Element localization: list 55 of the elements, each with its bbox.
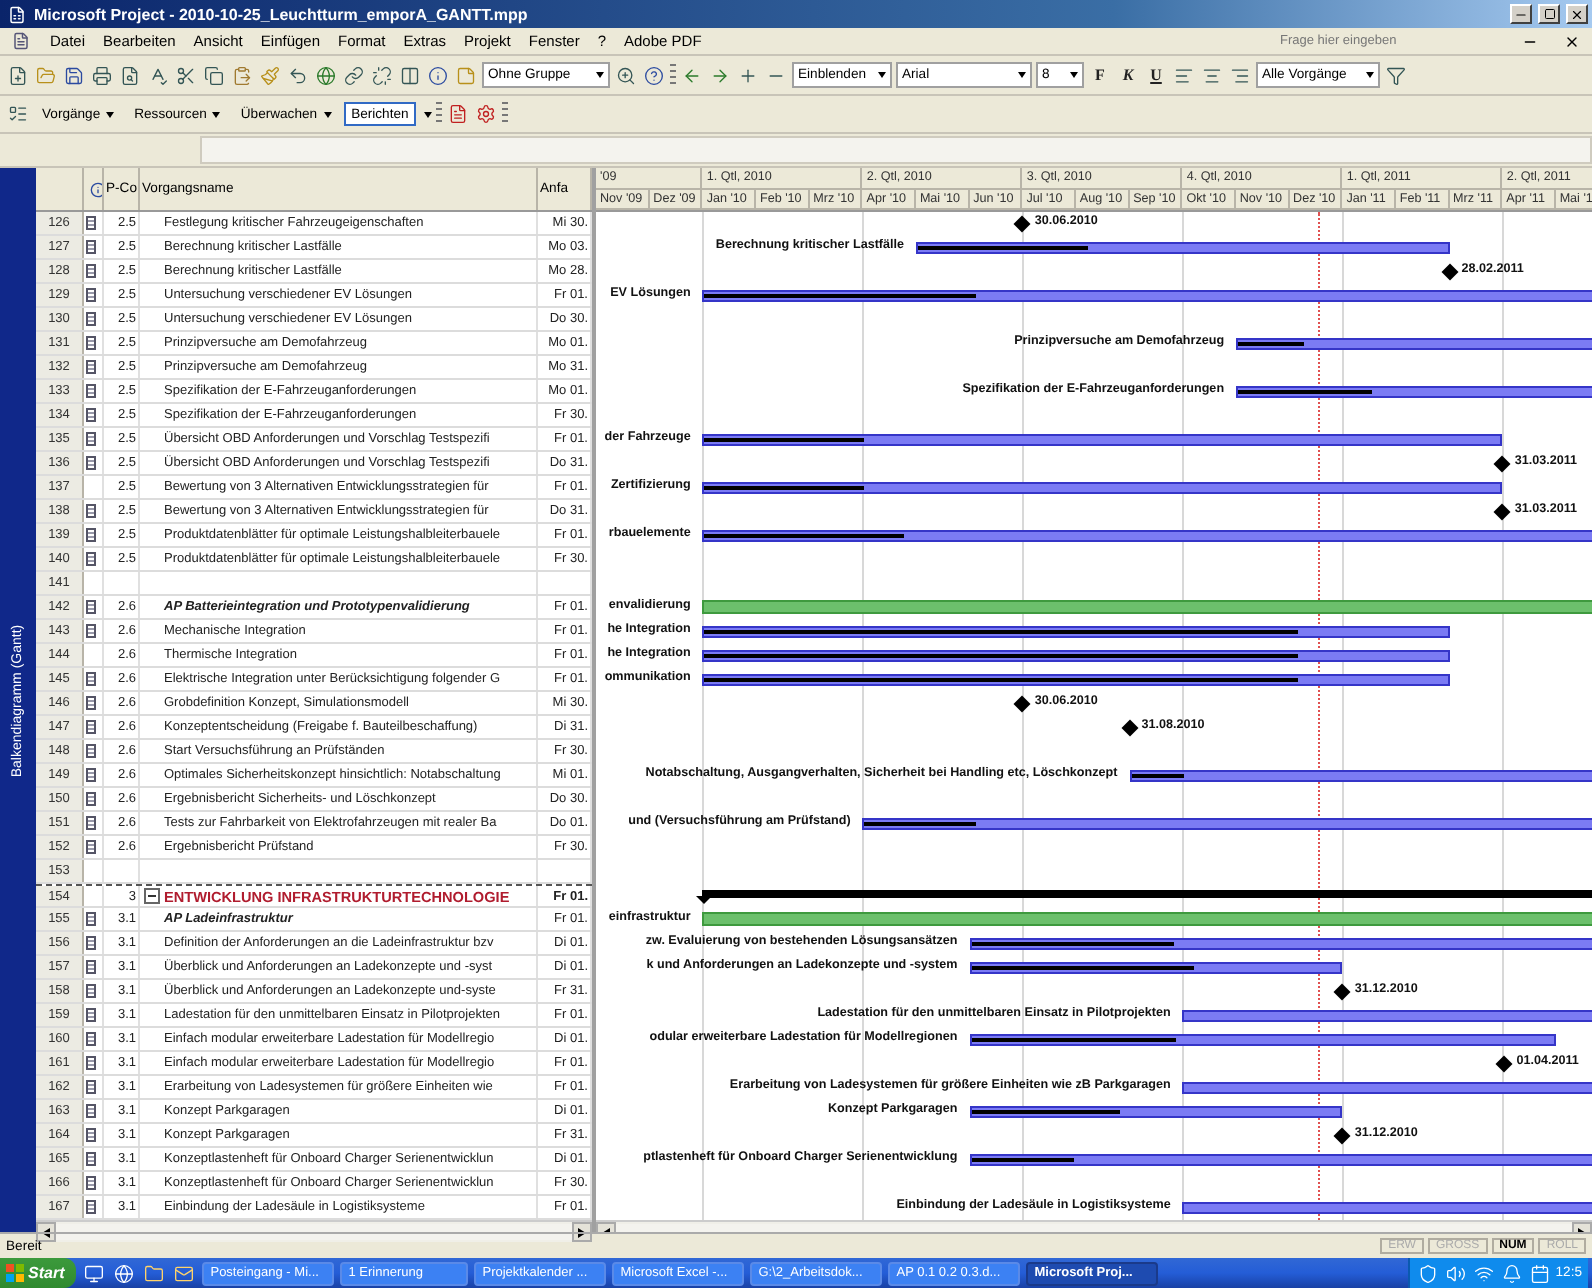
bold-button[interactable]: F	[1088, 63, 1112, 87]
pdf-icon[interactable]	[446, 102, 471, 126]
caret-icon	[323, 111, 332, 117]
document-icon	[8, 29, 32, 53]
scroll-left-icon[interactable]	[36, 1222, 56, 1242]
folder-icon[interactable]	[142, 1261, 167, 1285]
mail-icon[interactable]	[172, 1261, 197, 1285]
maximize-icon	[1543, 8, 1555, 20]
browser-icon[interactable]	[112, 1261, 137, 1285]
print-preview-icon[interactable]	[118, 63, 142, 87]
minimize-button[interactable]	[1510, 4, 1532, 24]
app-icon	[4, 2, 28, 26]
spell-check-icon[interactable]	[146, 63, 170, 87]
caret-icon	[878, 72, 886, 78]
info-icon[interactable]	[426, 63, 450, 87]
copy-icon[interactable]	[202, 63, 226, 87]
shield-icon[interactable]	[1415, 1261, 1440, 1285]
save-icon[interactable]	[62, 63, 86, 87]
split-icon[interactable]	[398, 63, 422, 87]
start-button[interactable]: Start	[0, 1258, 77, 1288]
close-button[interactable]	[1566, 4, 1588, 24]
collapse-button[interactable]	[144, 888, 160, 904]
italic-button[interactable]: K	[1116, 63, 1140, 87]
hyperlink-icon[interactable]	[314, 63, 338, 87]
caret-icon	[212, 111, 221, 117]
speaker-icon[interactable]	[1443, 1261, 1468, 1285]
entry-field[interactable]	[200, 136, 1592, 164]
caret-icon	[1070, 72, 1078, 78]
maximize-button[interactable]	[1538, 4, 1560, 24]
scroll-right-icon[interactable]	[572, 1222, 592, 1242]
caret-icon	[1018, 72, 1026, 78]
caret-icon	[596, 72, 604, 78]
link-icon[interactable]	[342, 63, 366, 87]
caret-icon	[106, 111, 115, 117]
zoom-in-icon[interactable]	[614, 63, 638, 87]
cut-icon[interactable]	[174, 63, 198, 87]
task-list-icon[interactable]	[6, 102, 30, 126]
bell-icon[interactable]	[1499, 1261, 1524, 1285]
help-icon[interactable]	[642, 63, 666, 87]
print-icon[interactable]	[90, 63, 114, 87]
pdf-settings-icon[interactable]	[474, 102, 499, 126]
new-file-icon[interactable]	[6, 63, 30, 87]
windows-logo-icon	[6, 1264, 24, 1282]
undo-icon[interactable]	[286, 63, 310, 87]
minus-icon	[148, 892, 156, 900]
scrollbar[interactable]	[36, 1220, 592, 1242]
calendar-icon[interactable]	[1527, 1261, 1552, 1285]
unlink-icon[interactable]	[370, 63, 394, 87]
paste-icon[interactable]	[230, 63, 254, 87]
window-title: Microsoft Project - 2010-10-25_Leuchtturm_emporA_GANTT.mpp	[34, 5, 530, 23]
caret-icon	[1366, 72, 1374, 78]
filter-icon[interactable]	[1384, 63, 1408, 87]
underline-button[interactable]: U	[1144, 63, 1168, 87]
close-icon	[1570, 7, 1584, 21]
desktop-icon[interactable]	[82, 1261, 107, 1285]
